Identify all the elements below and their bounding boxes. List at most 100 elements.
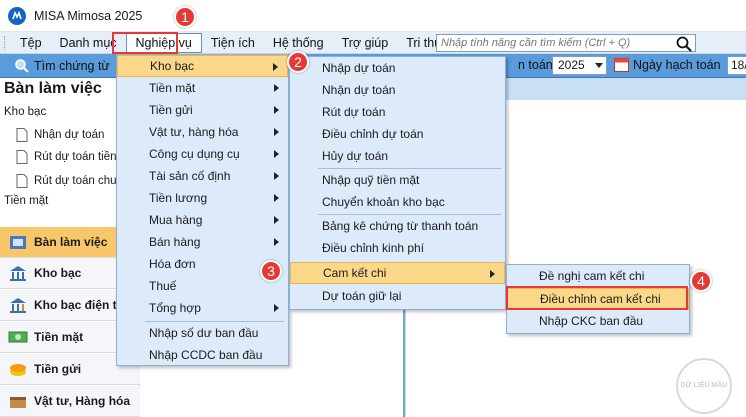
watermark: DỮ LIỆU MẪU [676, 358, 732, 414]
menu-he-thong[interactable]: Hệ thống [264, 33, 333, 53]
menu-item-label: Nhập số dư ban đầu [149, 326, 259, 340]
menu-item-label: Mua hàng [149, 213, 203, 227]
menu-item-label: Điều chỉnh kinh phí [322, 241, 425, 255]
submenu-arrow-icon [273, 63, 278, 71]
menu-item-tien-mat[interactable]: Tiền mặt [117, 77, 288, 99]
nav-label: Tiền mặt [34, 330, 84, 344]
search-icon[interactable] [676, 36, 692, 52]
menu-item-label: Bảng kê chứng từ thanh toán [322, 219, 479, 233]
menu-item-nhap-ckc-ban-dau[interactable]: Nhập CKC ban đầu [507, 310, 689, 332]
menu-item-chuyen-khoan-kho-bac[interactable]: Chuyển khoản kho bạc [290, 191, 505, 213]
menu-item-cong-cu[interactable]: Công cụ dụng cụ [117, 143, 288, 165]
menu-item-label: Công cụ dụng cụ [149, 147, 240, 161]
bank-icon [10, 266, 26, 281]
shortcut-label: Rút dự toán chuy [34, 175, 123, 187]
shortcut-rut-du-toan-chuyen[interactable]: Rút dự toán chuy [16, 174, 122, 188]
nav-label: Bàn làm việc [34, 235, 108, 249]
submenu-arrow-icon [274, 304, 279, 312]
menu-item-label: Chuyển khoản kho bạc [322, 195, 445, 209]
menu-item-du-toan-giu-lai[interactable]: Dự toán giữ lại [290, 285, 505, 307]
menu-item-nhap-ccdc[interactable]: Nhập CCDC ban đầu [117, 344, 288, 366]
submenu-arrow-icon [274, 150, 279, 158]
menu-item-label: Tổng hợp [149, 301, 201, 315]
menu-item-tien-luong[interactable]: Tiền lương [117, 187, 288, 209]
nav-label: Vật tư, Hàng hóa [34, 394, 131, 408]
find-voucher-label: Tìm chứng từ [34, 59, 110, 73]
step-badge-2: 2 [287, 51, 309, 73]
deposit-icon [10, 364, 26, 376]
document-icon [16, 174, 28, 188]
submenu-arrow-icon [274, 84, 279, 92]
menu-item-label: Nhập CCDC ban đầu [149, 348, 263, 362]
menu-tep[interactable]: Tệp [11, 33, 51, 53]
menu-item-tong-hop[interactable]: Tổng hợp [117, 297, 288, 319]
submenu-arrow-icon [274, 128, 279, 136]
menu-item-label: Tài sản cố định [149, 169, 231, 183]
fiscal-year-select[interactable]: 2025 [552, 56, 607, 75]
section-tien-mat: Tiền mặt [4, 195, 49, 207]
menu-item-cam-ket-chi[interactable]: Cam kết chi [290, 262, 505, 284]
app-title: MISA Mimosa 2025 [34, 8, 143, 23]
menu-item-kho-bac[interactable]: Kho bạc [117, 55, 288, 77]
menu-item-label: Dự toán giữ lại [322, 289, 402, 303]
document-icon [16, 150, 28, 164]
feature-search-input[interactable] [437, 37, 669, 49]
fiscal-year-label: n toán [518, 58, 553, 72]
submenu-arrow-icon [274, 238, 279, 246]
menu-item-nhap-so-du[interactable]: Nhập số dư ban đầu [117, 322, 288, 344]
nav-label: Kho bạc điện tử [34, 298, 126, 312]
shortcut-label: Nhận dự toán [34, 129, 105, 141]
menu-item-label: Vật tư, hàng hóa [149, 125, 239, 139]
menu-item-nhap-quy-tien-mat[interactable]: Nhập quỹ tiền mặt [290, 169, 505, 191]
menu-item-label: Hủy dự toán [322, 149, 389, 163]
shortcut-rut-du-toan-tien[interactable]: Rút dự toán tiền [16, 150, 117, 164]
menu-item-label: Cam kết chi [323, 266, 387, 280]
submenu-arrow-icon [274, 106, 279, 114]
home-icon [10, 236, 26, 249]
section-kho-bac: Kho bạc [4, 106, 47, 118]
menu-item-de-nghi-cam-ket-chi[interactable]: Đề nghị cam kết chi [507, 265, 689, 287]
menu-item-label: Nhập quỹ tiền mặt [322, 173, 420, 187]
e-bank-icon [10, 298, 26, 313]
feature-search-box [436, 34, 696, 52]
annotation-box-dieu-chinh [506, 286, 688, 310]
submenu-arrow-icon [490, 270, 495, 278]
calendar-icon [614, 58, 629, 72]
menu-tien-ich[interactable]: Tiện ích [202, 33, 264, 53]
fiscal-year-value: 2025 [558, 58, 585, 72]
menu-item-bang-ke-chung-tu[interactable]: Bảng kê chứng từ thanh toán [290, 215, 505, 237]
magnifier-icon [15, 59, 29, 73]
nav-label: Kho bạc [34, 266, 82, 280]
nav-label: Tiền gửi [34, 362, 82, 376]
menu-item-label: Tiền mặt [149, 81, 196, 95]
menu-item-dieu-chinh-kinh-phi[interactable]: Điều chỉnh kinh phí [290, 237, 505, 259]
misa-logo-icon [8, 6, 26, 25]
posting-date-input[interactable]: 18/ [727, 56, 746, 75]
menu-item-tai-san[interactable]: Tài sản cố định [117, 165, 288, 187]
menu-item-tien-gui[interactable]: Tiền gửi [117, 99, 288, 121]
menubar-grip [4, 35, 7, 50]
goods-icon [10, 397, 26, 408]
shortcut-label: Rút dự toán tiền [34, 151, 117, 163]
menu-item-huy-du-toan[interactable]: Hủy dự toán [290, 145, 505, 167]
find-voucher-button[interactable]: Tìm chứng từ [14, 58, 110, 74]
menu-item-rut-du-toan[interactable]: Rút dự toán [290, 101, 505, 123]
submenu-arrow-icon [274, 172, 279, 180]
menu-item-label: Nhập dự toán [322, 61, 396, 75]
menu-item-nhan-du-toan[interactable]: Nhận dự toán [290, 79, 505, 101]
menu-item-label: Hóa đơn [149, 257, 196, 271]
annotation-box-nghiep-vu [112, 32, 178, 54]
step-badge-4: 4 [690, 270, 712, 292]
menu-item-vat-tu[interactable]: Vật tư, hàng hóa [117, 121, 288, 143]
shortcut-nhan-du-toan[interactable]: Nhận dự toán [16, 128, 104, 142]
menu-item-label: Điều chỉnh dự toán [322, 127, 424, 141]
menu-item-nhap-du-toan[interactable]: Nhập dự toán [290, 57, 505, 79]
menu-item-mua-hang[interactable]: Mua hàng [117, 209, 288, 231]
menu-tro-giup[interactable]: Trợ giúp [333, 33, 398, 53]
posting-date-label: Ngày hạch toán [633, 58, 721, 72]
menu-item-label: Nhập CKC ban đầu [539, 314, 644, 328]
nav-vat-tu-hang-hoa[interactable]: Vật tư, Hàng hóa [0, 386, 140, 417]
menu-item-ban-hang[interactable]: Bán hàng [117, 231, 288, 253]
menu-item-label: Nhận dự toán [322, 83, 396, 97]
menu-item-dieu-chinh-du-toan[interactable]: Điều chỉnh dự toán [290, 123, 505, 145]
